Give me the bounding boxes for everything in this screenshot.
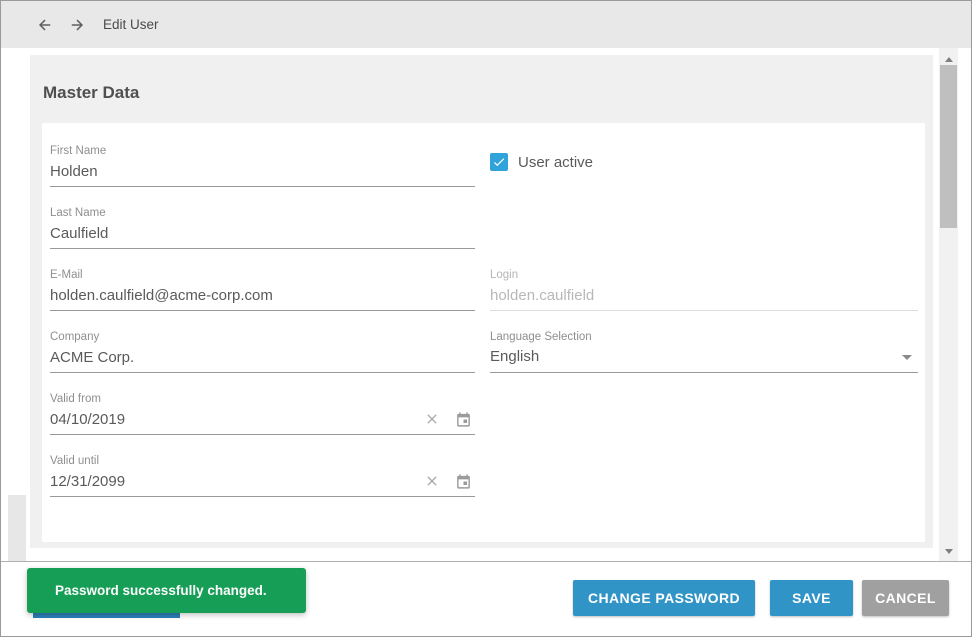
language-label: Language Selection [490,331,918,344]
valid-from-field: Valid from [50,393,475,435]
last-name-field: Last Name [50,207,475,249]
close-icon [424,473,440,489]
clear-date-button[interactable] [424,473,440,489]
valid-until-input[interactable] [50,473,424,490]
valid-until-label: Valid until [50,455,475,468]
page-title: Edit User [103,17,159,32]
first-name-field: First Name [50,145,475,187]
scrollbar-thumb[interactable] [940,65,957,228]
company-input[interactable] [50,349,475,366]
email-input[interactable] [50,287,475,304]
language-select[interactable]: English [490,347,918,373]
chevron-down-icon [902,355,912,360]
email-field: E-Mail [50,269,475,311]
company-label: Company [50,331,475,344]
first-name-label: First Name [50,145,475,158]
scroll-down-arrow-icon[interactable] [939,544,958,558]
toast-message: Password successfully changed. [55,583,267,598]
last-name-label: Last Name [50,207,475,220]
back-button[interactable] [33,13,57,37]
open-datepicker-button[interactable] [455,411,472,428]
master-data-card: Master Data User active First Name Last … [30,55,933,548]
section-title: Master Data [43,83,139,103]
language-value: English [490,347,902,367]
language-field: Language Selection English [490,331,918,373]
last-name-input[interactable] [50,225,475,242]
arrow-left-icon [36,16,54,34]
cancel-button[interactable]: CANCEL [862,580,949,616]
valid-until-field: Valid until [50,455,475,497]
change-password-button[interactable]: CHANGE PASSWORD [573,580,755,616]
top-bar: Edit User [1,1,971,48]
valid-from-input[interactable] [50,411,424,428]
user-active-label: User active [518,154,593,171]
scroll-up-arrow-icon[interactable] [939,52,958,66]
form-panel: User active First Name Last Name E-Mail … [42,123,925,542]
close-icon [424,411,440,427]
company-field: Company [50,331,475,373]
calendar-icon [455,473,472,490]
save-button[interactable]: SAVE [770,580,853,616]
login-input [490,287,918,304]
forward-button[interactable] [65,13,89,37]
arrow-right-icon [68,16,86,34]
email-label: E-Mail [50,269,475,282]
user-active-checkbox-row[interactable]: User active [490,153,593,171]
first-name-input[interactable] [50,163,475,180]
open-datepicker-button[interactable] [455,473,472,490]
checkbox-checked-icon[interactable] [490,153,508,171]
valid-from-label: Valid from [50,393,475,406]
clear-date-button[interactable] [424,411,440,427]
success-toast: Password successfully changed. [27,568,306,613]
calendar-icon [455,411,472,428]
login-label: Login [490,269,918,282]
login-field: Login [490,269,918,311]
